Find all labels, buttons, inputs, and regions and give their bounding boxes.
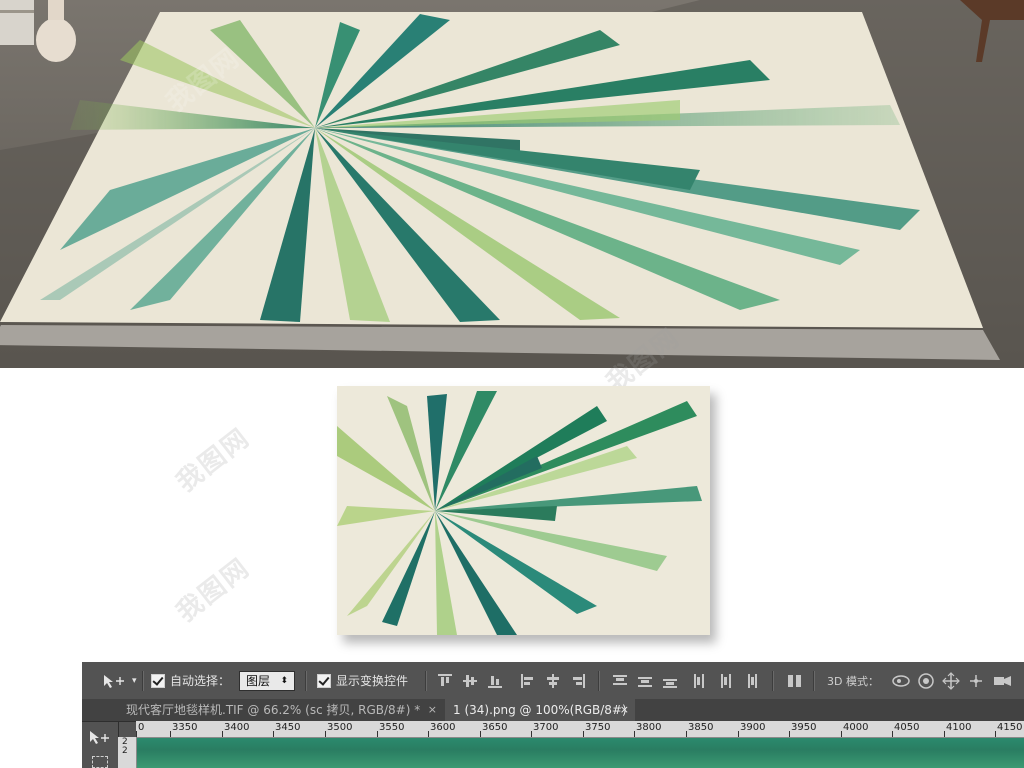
book-stack (0, 0, 34, 45)
ruler-tick: 3850 (688, 722, 714, 733)
ruler-tick: 3550 (379, 722, 405, 733)
ruler-tick: 3350 (172, 722, 198, 733)
auto-select-target-value: 图层 (246, 674, 271, 688)
ruler-tick: 2 (122, 746, 128, 756)
divider (142, 671, 144, 691)
document-tabs: 现代客厅地毯样机.TIF @ 66.2% (sc 拷贝, RGB/8#) * ×… (82, 699, 1024, 739)
move-tool-button[interactable]: ▾ (102, 662, 137, 699)
rug-mockup-photo (0, 0, 1024, 368)
ruler-tick: 0 (138, 722, 145, 733)
ruler-tick: 3750 (585, 722, 611, 733)
3d-scale-icon[interactable] (994, 676, 1011, 686)
distribute-vcenter-icon[interactable] (638, 674, 652, 688)
ruler-tick: 3600 (430, 722, 456, 733)
divider (305, 671, 307, 691)
3d-roll-icon[interactable] (918, 673, 934, 689)
updown-arrow-icon: ⬍ (280, 675, 288, 686)
align-bottom-icon[interactable] (488, 674, 502, 688)
3d-pan-icon[interactable] (942, 672, 960, 690)
ruler-tick: 4000 (843, 722, 869, 733)
auto-select-checkbox[interactable]: 自动选择： (151, 662, 230, 699)
ruler-tick: 3950 (791, 722, 817, 733)
watermark: 我图网 (171, 422, 256, 499)
align-left-icon[interactable] (521, 674, 535, 688)
ruler-tick: 3500 (327, 722, 353, 733)
tab-label: 现代客厅地毯样机.TIF @ 66.2% (sc 拷贝, RGB/8#) * (126, 703, 421, 717)
watermark: 我图网 (171, 552, 256, 629)
distribute-right-icon[interactable] (743, 674, 757, 688)
distribute-bottom-icon[interactable] (663, 674, 677, 688)
move-tool-icon[interactable] (88, 730, 112, 746)
ruler-tick: 3700 (533, 722, 559, 733)
ruler-tick: 4050 (894, 722, 920, 733)
align-top-icon[interactable] (438, 674, 452, 688)
divider (813, 671, 815, 691)
align-hcenter-icon[interactable] (546, 674, 560, 688)
divider (772, 671, 774, 691)
auto-align-icon[interactable] (788, 674, 802, 688)
align-right-icon[interactable] (571, 674, 585, 688)
ruler-tick: 3900 (740, 722, 766, 733)
checkbox-icon (151, 673, 165, 688)
rug (0, 12, 1000, 360)
show-transform-checkbox[interactable]: 显示变换控件 (317, 662, 408, 699)
tab-document-1[interactable]: 现代客厅地毯样机.TIF @ 66.2% (sc 拷贝, RGB/8#) * × (118, 699, 443, 721)
ruler-tick: 3400 (224, 722, 250, 733)
marquee-tool-icon[interactable] (92, 756, 108, 768)
distribute-top-icon[interactable] (613, 674, 627, 688)
auto-select-label: 自动选择： (170, 674, 231, 688)
close-icon[interactable]: × (620, 699, 629, 721)
ruler-tick: 3800 (636, 722, 662, 733)
rug-design-preview (337, 386, 710, 635)
ruler-tick: 4150 (997, 722, 1023, 733)
checkbox-icon (317, 673, 331, 688)
document-canvas[interactable] (137, 738, 1024, 768)
align-vcenter-icon[interactable] (463, 674, 477, 688)
distribute-left-icon[interactable] (693, 674, 707, 688)
options-bar: ▾ 自动选择： 图层 ⬍ 显示变换控件 3D 模式： (82, 662, 1024, 700)
horizontal-ruler: 0 3350 3400 3450 3500 3550 3600 3650 370… (136, 721, 1024, 738)
ruler-tick: 3450 (275, 722, 301, 733)
divider (598, 671, 600, 691)
3d-mode-label: 3D 模式： (827, 674, 879, 688)
show-transform-label: 显示变换控件 (336, 674, 409, 688)
3d-rotate-icon[interactable] (892, 675, 910, 687)
auto-select-target-select[interactable]: 图层 ⬍ (239, 662, 295, 699)
vertical-ruler: 2 2 (118, 737, 137, 768)
divider (425, 671, 427, 691)
move-tool-icon (104, 674, 124, 688)
ruler-tick: 3650 (482, 722, 508, 733)
chevron-down-icon: ▾ (132, 675, 137, 686)
close-icon[interactable]: × (428, 699, 437, 721)
distribute-hcenter-icon[interactable] (718, 674, 732, 688)
tab-document-2[interactable]: 1 (34).png @ 100%(RGB/8#) * × (445, 699, 635, 739)
photoshop-window: ▾ 自动选择： 图层 ⬍ 显示变换控件 3D 模式： 现代客厅地毯样机.TIF … (82, 662, 1024, 768)
3d-slide-icon[interactable] (970, 675, 982, 687)
ruler-tick: 4100 (946, 722, 972, 733)
